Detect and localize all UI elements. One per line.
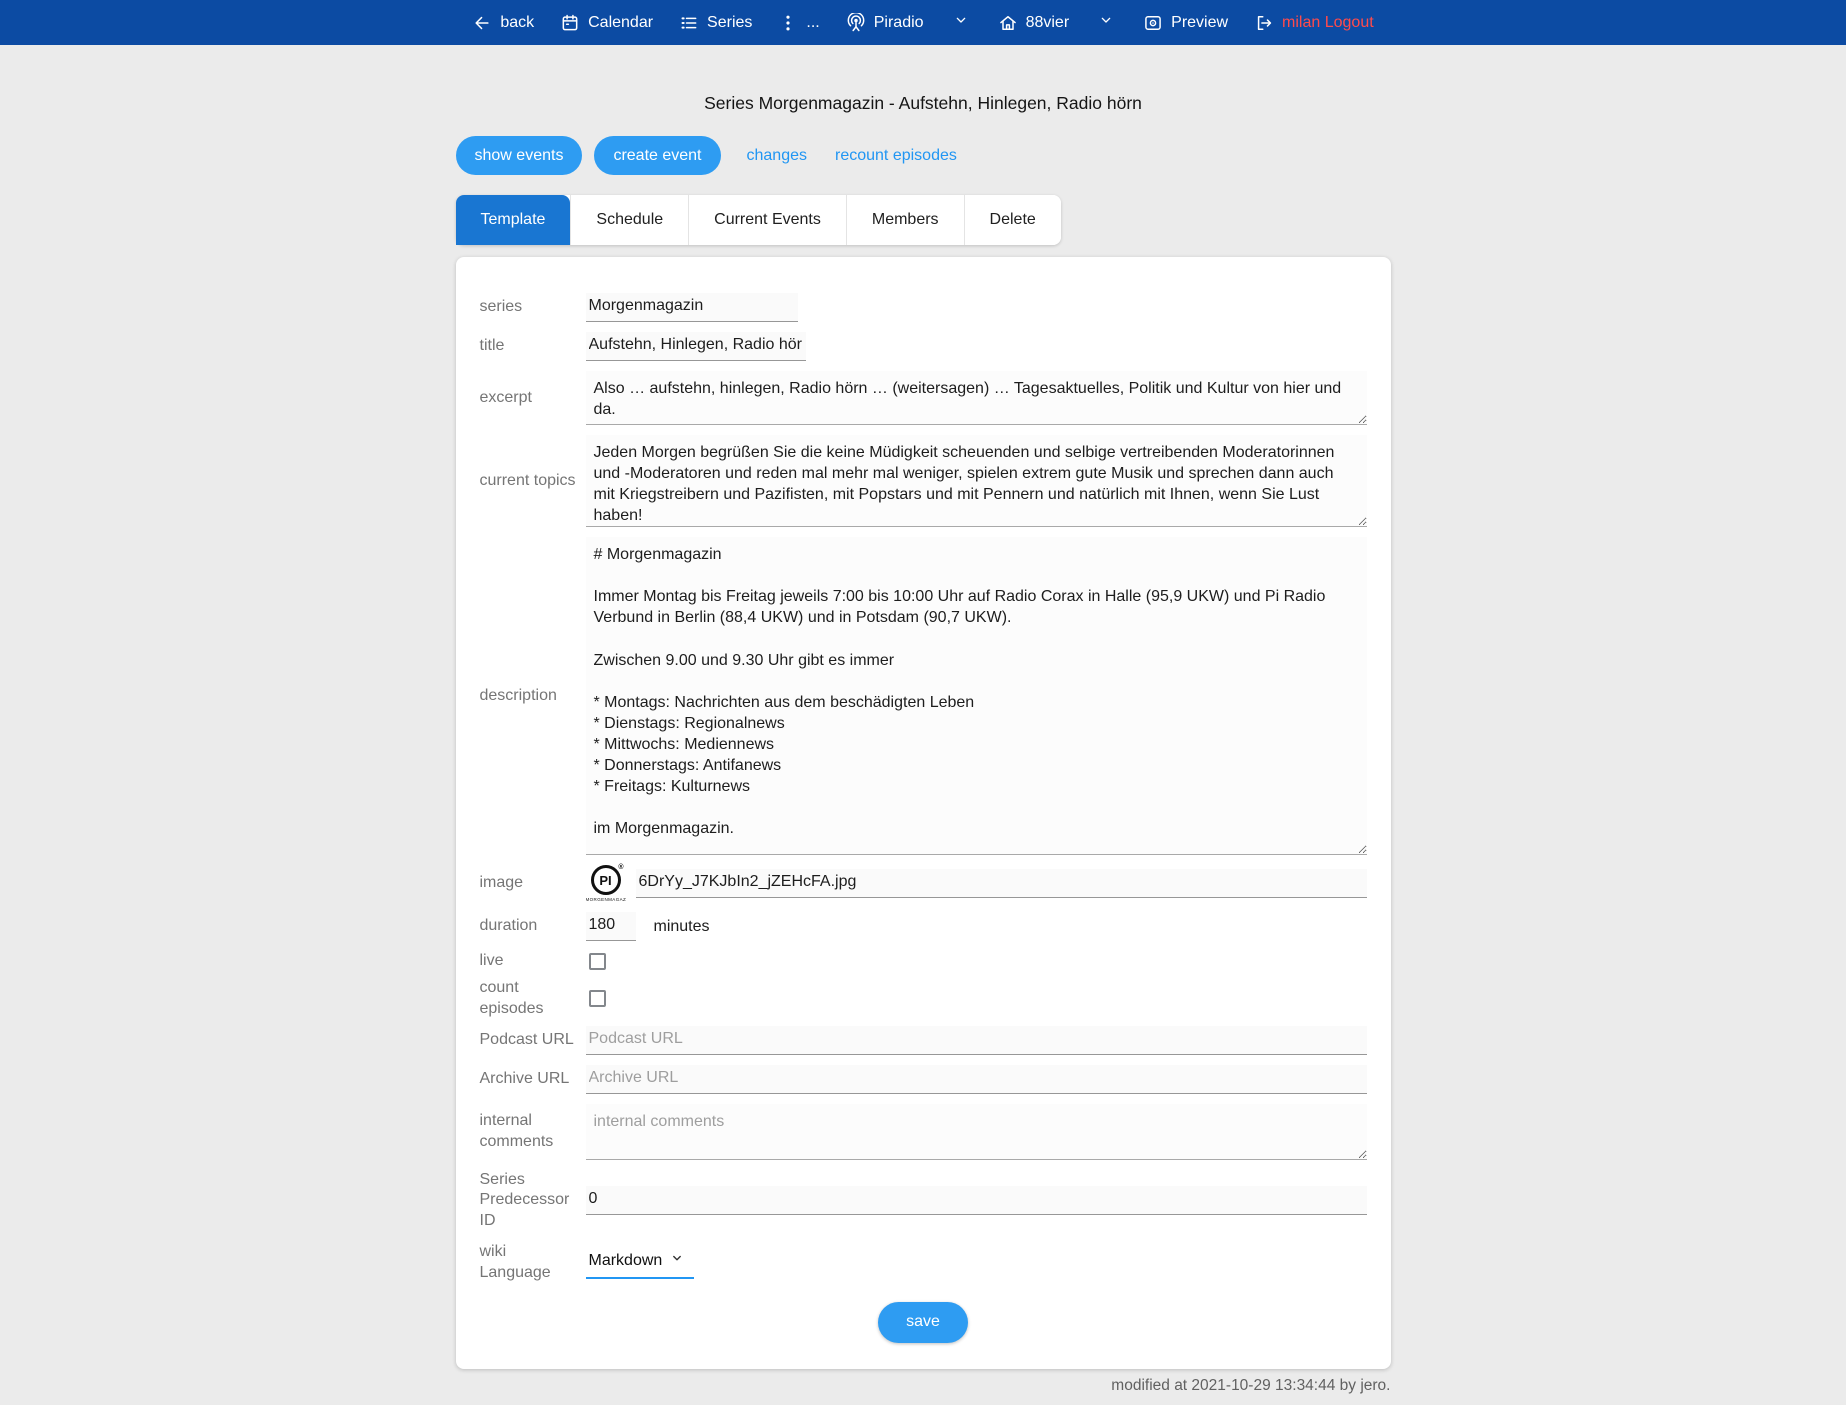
tab-schedule[interactable]: Schedule (570, 195, 688, 245)
logout-icon (1254, 13, 1274, 33)
series-predecessor-label: Series Predecessor ID (480, 1170, 586, 1232)
calendar-button[interactable]: Calendar (560, 13, 653, 33)
series-input[interactable] (586, 293, 798, 322)
piradio-dropdown-chevron[interactable] (953, 12, 969, 33)
arrow-left-icon (472, 13, 492, 33)
duration-unit-label: minutes (654, 918, 710, 936)
series-predecessor-row: Series Predecessor ID (480, 1170, 1367, 1232)
series-predecessor-input[interactable] (586, 1186, 1367, 1215)
description-row: description # Morgenmagazin Immer Montag… (480, 537, 1367, 855)
internal-comments-textarea[interactable] (586, 1104, 1367, 1160)
internal-comments-row: internal comments (480, 1104, 1367, 1160)
archive-url-label: Archive URL (480, 1069, 586, 1090)
series-label: Series (707, 14, 752, 32)
more-label: ... (806, 14, 819, 32)
antenna-icon (846, 13, 866, 33)
image-label: image (480, 873, 586, 894)
home-icon (998, 13, 1018, 33)
podcast-url-label: Podcast URL (480, 1030, 586, 1051)
chevron-down-icon (1098, 12, 1114, 33)
main-content: Series Morgenmagazin - Aufstehn, Hinlege… (456, 93, 1391, 1369)
count-episodes-row: count episodes (480, 978, 1367, 1020)
recount-episodes-link[interactable]: recount episodes (821, 147, 971, 165)
live-checkbox[interactable] (589, 953, 606, 970)
logo-trademark: ® (618, 864, 623, 871)
tab-delete[interactable]: Delete (964, 195, 1061, 245)
podcast-url-row: Podcast URL (480, 1026, 1367, 1055)
series-logo-image: PI ® MORGENMAGAZIN (586, 865, 626, 902)
logout-button[interactable]: milan Logout (1254, 13, 1374, 33)
show-events-button[interactable]: show events (456, 136, 583, 175)
wiki-language-select[interactable]: Markdown (586, 1246, 695, 1279)
archive-url-row: Archive URL (480, 1065, 1367, 1094)
chevron-down-icon (670, 1251, 684, 1270)
template-form-card: series title excerpt Also … aufstehn, hi… (456, 257, 1391, 1369)
description-label: description (480, 686, 586, 707)
preview-icon (1143, 13, 1163, 33)
duration-label: duration (480, 916, 586, 937)
tab-current-events[interactable]: Current Events (688, 195, 846, 245)
tab-bar: Template Schedule Current Events Members… (456, 195, 1061, 245)
title-input[interactable] (586, 332, 806, 361)
top-navbar: back Calendar Series ... Piradio 88v (0, 0, 1846, 45)
tab-members[interactable]: Members (846, 195, 964, 245)
current-topics-row: current topics Jeden Morgen begrüßen Sie… (480, 435, 1367, 527)
count-episodes-checkbox[interactable] (589, 990, 606, 1007)
archive-url-input[interactable] (586, 1065, 1367, 1094)
series-button[interactable]: Series (679, 13, 752, 33)
station-label: 88vier (1026, 14, 1070, 32)
internal-comments-label: internal comments (480, 1111, 586, 1153)
live-label: live (480, 951, 586, 972)
modified-info: modified at 2021-10-29 13:34:44 by jero. (456, 1377, 1391, 1405)
list-icon (679, 13, 699, 33)
logout-label: milan Logout (1282, 14, 1374, 32)
title-label: title (480, 336, 586, 357)
duration-row: duration minutes (480, 912, 1367, 941)
preview-label: Preview (1171, 14, 1228, 32)
description-textarea[interactable]: # Morgenmagazin Immer Montag bis Freitag… (586, 537, 1367, 855)
changes-link[interactable]: changes (733, 147, 822, 165)
series-row: series (480, 293, 1367, 322)
image-row: image PI ® MORGENMAGAZIN (480, 865, 1367, 902)
back-button[interactable]: back (472, 13, 534, 33)
count-episodes-label: count episodes (480, 978, 586, 1020)
calendar-label: Calendar (588, 14, 653, 32)
piradio-label: Piradio (874, 14, 924, 32)
create-event-button[interactable]: create event (594, 136, 720, 175)
excerpt-row: excerpt Also … aufstehn, hinlegen, Radio… (480, 371, 1367, 425)
page-title: Series Morgenmagazin - Aufstehn, Hinlege… (456, 93, 1391, 114)
station-menu[interactable]: 88vier (998, 13, 1070, 33)
piradio-menu[interactable]: Piradio (846, 13, 924, 33)
pi-logo-icon: PI ® (591, 865, 621, 895)
calendar-icon (560, 13, 580, 33)
series-label: series (480, 297, 586, 318)
tab-template[interactable]: Template (456, 195, 571, 245)
wiki-language-label: wiki Language (480, 1242, 586, 1284)
station-dropdown-chevron[interactable] (1098, 12, 1114, 33)
current-topics-textarea[interactable]: Jeden Morgen begrüßen Sie die keine Müdi… (586, 435, 1367, 527)
duration-input[interactable] (586, 912, 636, 941)
title-row: title (480, 332, 1367, 361)
preview-button[interactable]: Preview (1143, 13, 1228, 33)
image-filename-input[interactable] (636, 869, 1367, 898)
wiki-language-value: Markdown (589, 1252, 663, 1270)
excerpt-label: excerpt (480, 388, 586, 409)
live-row: live (480, 951, 1367, 972)
excerpt-textarea[interactable]: Also … aufstehn, hinlegen, Radio hörn … … (586, 371, 1367, 425)
save-row: save (480, 1302, 1367, 1343)
kebab-icon (778, 13, 798, 33)
podcast-url-input[interactable] (586, 1026, 1367, 1055)
wiki-language-row: wiki Language Markdown (480, 1242, 1367, 1284)
save-button[interactable]: save (878, 1302, 968, 1343)
current-topics-label: current topics (480, 471, 586, 492)
chevron-down-icon (953, 12, 969, 33)
more-menu[interactable]: ... (778, 13, 819, 33)
series-actions: show events create event changes recount… (456, 136, 1391, 175)
back-label: back (500, 14, 534, 32)
